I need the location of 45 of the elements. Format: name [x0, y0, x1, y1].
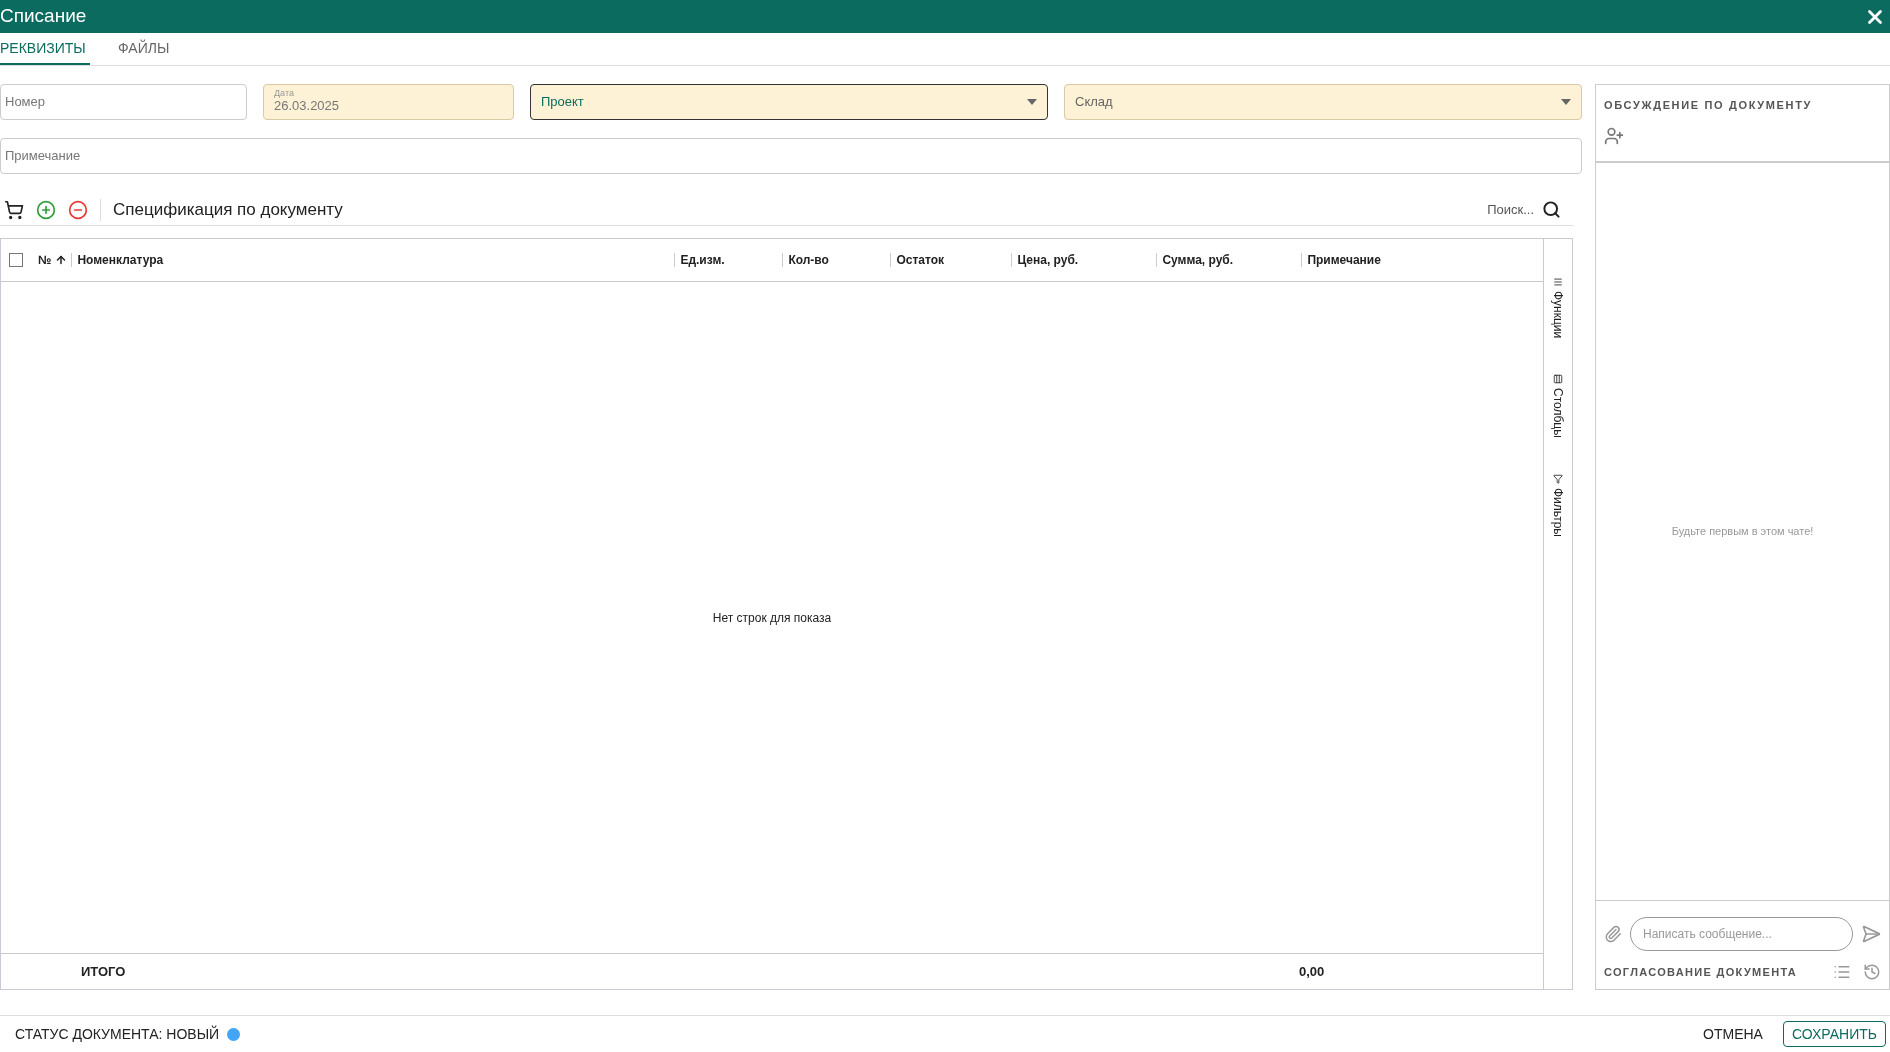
window-title: Списание [0, 4, 87, 29]
column-header[interactable]: Остаток [896, 251, 944, 269]
list-icon[interactable] [1833, 963, 1851, 981]
cancel-button[interactable]: ОТМЕНА [1691, 1021, 1775, 1047]
document-status: СТАТУС ДОКУМЕНТА: НОВЫЙ [15, 1024, 220, 1044]
empty-table-message: Нет строк для показа [712, 609, 832, 627]
column-header[interactable]: Ед.изм. [680, 251, 725, 269]
number-field[interactable]: Номер [0, 84, 247, 120]
warehouse-dropdown[interactable]: Склад [1064, 84, 1582, 120]
column-header[interactable]: № [38, 251, 68, 269]
section-title: Спецификация по документу [113, 198, 343, 221]
dropdown-caret-icon [1027, 99, 1037, 105]
search-icon[interactable] [1542, 200, 1561, 219]
side-tab-icon [1553, 374, 1563, 385]
chat-empty-message: Будьте первым в этом чате! [1671, 524, 1814, 540]
column-header[interactable]: Кол-во [788, 251, 829, 269]
note-field[interactable]: Примечание [0, 138, 1582, 174]
project-dropdown[interactable]: Проект [530, 84, 1048, 120]
select-all-checkbox[interactable] [9, 253, 23, 267]
side-panel-tab[interactable]: Фильтры [1549, 474, 1567, 538]
paperclip-icon[interactable] [1604, 925, 1622, 943]
tab[interactable]: ФАЙЛЫ [114, 33, 174, 65]
column-header[interactable]: Примечание [1307, 251, 1381, 269]
add-user-icon[interactable] [1604, 125, 1626, 146]
dropdown-caret-icon [1561, 99, 1571, 105]
send-icon[interactable] [1861, 924, 1881, 944]
side-tab-icon [1553, 277, 1563, 287]
side-tab-icon [1553, 474, 1563, 485]
column-header[interactable]: Цена, руб. [1017, 251, 1079, 269]
total-label: ИТОГО [81, 962, 127, 981]
sort-arrow-icon [55, 254, 68, 266]
column-header[interactable]: Номенклатура [77, 251, 675, 269]
side-panel-tab[interactable]: Столбцы [1549, 374, 1567, 439]
remove-icon[interactable] [68, 199, 88, 220]
tab[interactable]: РЕКВИЗИТЫ [0, 33, 90, 65]
date-field[interactable]: Дата 26.03.2025 [263, 84, 514, 120]
history-icon[interactable] [1863, 963, 1881, 981]
column-header[interactable]: Сумма, руб. [1162, 251, 1234, 269]
approval-title: СОГЛАСОВАНИЕ ДОКУМЕНТА [1604, 964, 1798, 980]
search-field[interactable]: Поиск... [1487, 199, 1534, 220]
panel-title: ОБСУЖДЕНИЕ ПО ДОКУМЕНТУ [1604, 98, 1813, 113]
total-sum: 0,00 [1299, 962, 1325, 981]
save-button[interactable]: СОХРАНИТЬ [1782, 1021, 1886, 1047]
side-panel-tab[interactable]: Функции [1549, 277, 1567, 339]
add-icon[interactable] [36, 199, 56, 220]
